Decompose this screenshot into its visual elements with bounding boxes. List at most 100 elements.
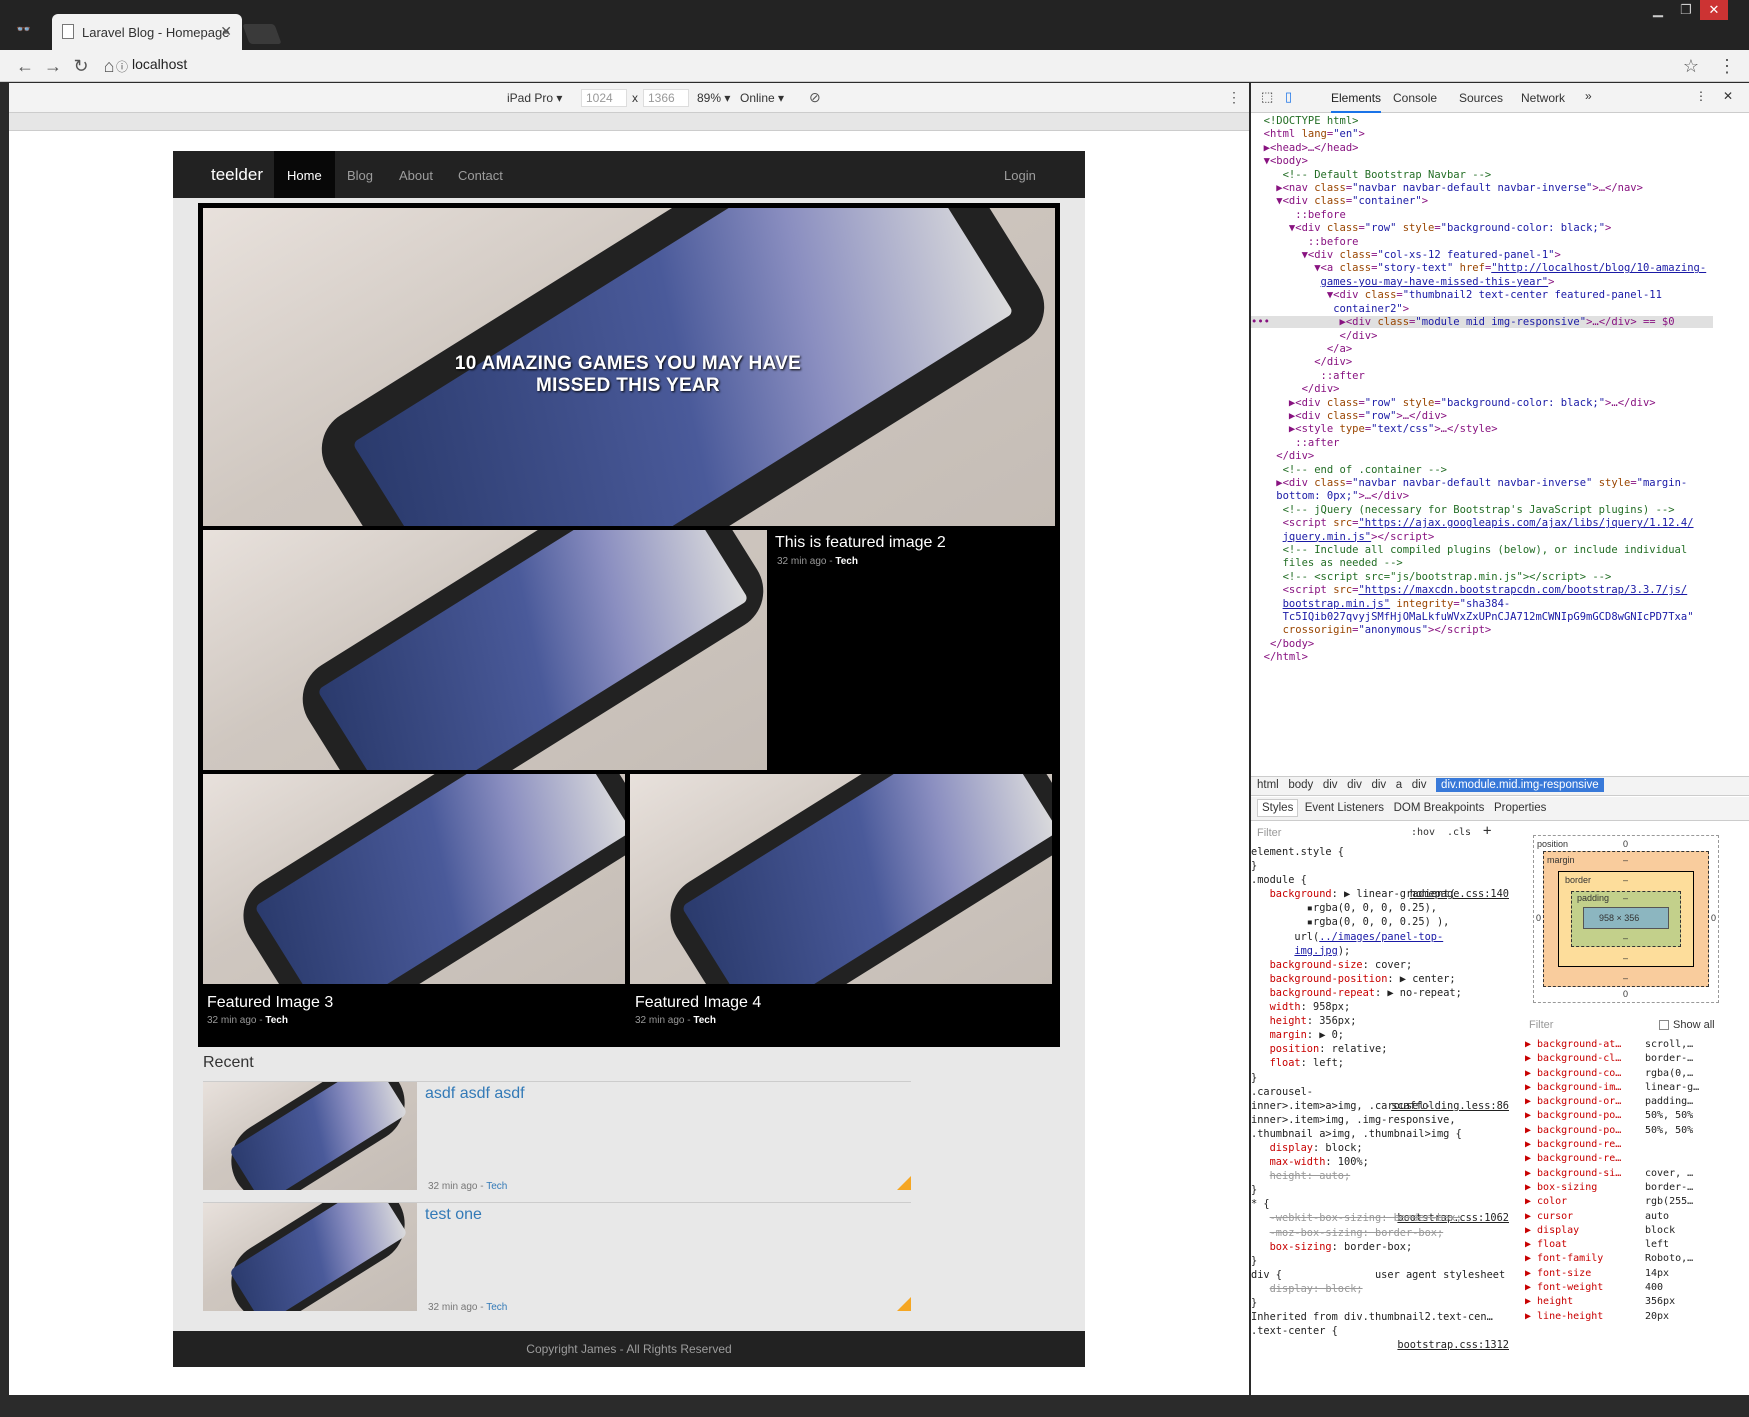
computed-row[interactable]: ▶ box-sizing border-… <box>1525 1181 1749 1195</box>
network-select[interactable]: Online ▾ <box>740 91 784 105</box>
styles-filter-input[interactable]: Filter <box>1257 827 1281 839</box>
nav-login[interactable]: Login <box>1004 168 1036 183</box>
cls-toggle[interactable]: .cls <box>1447 827 1471 838</box>
post-title[interactable]: asdf asdf asdf <box>425 1085 525 1103</box>
maximize-icon[interactable]: ❐ <box>1672 0 1700 20</box>
nav-contact[interactable]: Contact <box>458 168 503 183</box>
crumb[interactable]: a <box>1396 779 1402 791</box>
url-field[interactable]: localhost <box>132 56 187 72</box>
computed-row[interactable]: ▶ display block <box>1525 1224 1749 1238</box>
crumb[interactable]: div <box>1323 779 1338 791</box>
computed-row[interactable]: ▶ color rgb(255… <box>1525 1195 1749 1209</box>
add-rule-icon[interactable]: + <box>1483 823 1491 839</box>
post-title[interactable]: test one <box>425 1206 482 1224</box>
computed-row[interactable]: ▶ background-re… <box>1525 1138 1749 1152</box>
computed-row[interactable]: ▶ background-re… <box>1525 1152 1749 1166</box>
computed-row[interactable]: ▶ cursor auto <box>1525 1210 1749 1224</box>
reload-icon[interactable]: ↻ <box>70 56 92 77</box>
computed-prop-value: 50%, 50% <box>1645 1110 1694 1122</box>
crumb-selected[interactable]: div.module.mid.img-responsive <box>1436 778 1604 792</box>
crumb[interactable]: html <box>1257 779 1279 791</box>
computed-row[interactable]: ▶ line-height 20px <box>1525 1310 1749 1324</box>
computed-prop-name: ▶ font-family <box>1525 1253 1604 1265</box>
device-mode-icon[interactable]: ▯ <box>1285 89 1292 105</box>
new-tab-button[interactable] <box>242 24 282 44</box>
phone-image <box>216 1082 417 1190</box>
computed-prop-name: ▶ background-at… <box>1525 1039 1622 1050</box>
computed-prop-value: cover, … <box>1645 1167 1694 1179</box>
computed-row[interactable]: ▶ background-po… 50%, 50% <box>1525 1109 1749 1123</box>
computed-prop-name: ▶ color <box>1525 1196 1568 1208</box>
device-select[interactable]: iPad Pro ▾ <box>507 91 562 105</box>
device-width-input[interactable]: 1024 <box>581 89 627 107</box>
computed-prop-value: rgb(255… <box>1645 1196 1694 1208</box>
bookmark-star-icon[interactable]: ☆ <box>1680 56 1702 77</box>
menu-icon[interactable]: ⋮ <box>1716 56 1738 77</box>
nav-blog[interactable]: Blog <box>347 168 373 183</box>
crumb[interactable]: div <box>1412 779 1427 791</box>
rotate-icon[interactable]: ⊘ <box>809 89 821 106</box>
nav-home[interactable]: Home <box>274 151 335 198</box>
featured-panel-2-image[interactable] <box>203 530 767 770</box>
computed-prop-value: auto <box>1645 1210 1670 1222</box>
zoom-select[interactable]: 89% ▾ <box>697 91 730 105</box>
inspect-icon[interactable]: ⬚ <box>1261 89 1273 105</box>
featured-panel-1[interactable]: 10 AMAZING GAMES YOU MAY HAVE MISSED THI… <box>203 208 1055 526</box>
computed-row[interactable]: ▶ background-im… linear-g… <box>1525 1081 1749 1095</box>
back-icon[interactable]: ← <box>14 56 36 77</box>
featured-4-title[interactable]: Featured Image 4 <box>635 994 761 1012</box>
devtools-close-icon[interactable]: ✕ <box>1723 89 1733 103</box>
featured-1-title: 10 AMAZING GAMES YOU MAY HAVE MISSED THI… <box>454 353 802 396</box>
tab-styles[interactable]: Styles <box>1257 799 1299 817</box>
computed-prop-name: ▶ line-height <box>1525 1310 1604 1322</box>
hov-toggle[interactable]: :hov <box>1411 827 1435 838</box>
forward-icon[interactable]: → <box>42 56 64 77</box>
browser-tab[interactable]: Laravel Blog - Homepage ✕ <box>52 14 242 50</box>
computed-row[interactable]: ▶ height 356px <box>1525 1295 1749 1309</box>
computed-row[interactable]: ▶ font-family Roboto,… <box>1525 1252 1749 1266</box>
more-tabs-icon[interactable]: » <box>1585 89 1592 103</box>
computed-row[interactable]: ▶ background-si… cover, … <box>1525 1167 1749 1181</box>
tab-dom-breakpoints[interactable]: DOM Breakpoints <box>1394 802 1485 814</box>
computed-row[interactable]: ▶ background-cl… border-… <box>1525 1052 1749 1066</box>
tab-console[interactable]: Console <box>1393 91 1437 105</box>
featured-3-title[interactable]: Featured Image 3 <box>207 994 333 1012</box>
tab-properties[interactable]: Properties <box>1494 802 1546 814</box>
site-brand[interactable]: teelder <box>211 165 263 185</box>
info-icon[interactable]: ⓘ <box>116 58 128 75</box>
devtools-menu-icon[interactable]: ⋮ <box>1695 89 1707 103</box>
styles-pane[interactable]: element.style { } .module { homepage.css… <box>1251 845 1509 1417</box>
computed-row[interactable]: ▶ background-or… padding… <box>1525 1095 1749 1109</box>
tab-sources[interactable]: Sources <box>1459 91 1503 105</box>
dom-tree[interactable]: <!DOCTYPE html> <html lang="en"> ▶<head>… <box>1251 115 1749 805</box>
incognito-icon: 👓 <box>16 22 31 36</box>
close-tab-icon[interactable]: ✕ <box>220 23 232 40</box>
featured-2-title[interactable]: This is featured image 2 <box>775 534 946 552</box>
tab-network[interactable]: Network <box>1521 91 1565 105</box>
computed-properties[interactable]: ▶ background-at… scroll,… ▶ background-cl…… <box>1525 1038 1749 1415</box>
crumb[interactable]: div <box>1347 779 1362 791</box>
computed-row[interactable]: ▶ background-co… rgba(0,… <box>1525 1067 1749 1081</box>
computed-row[interactable]: ▶ background-at… scroll,… <box>1525 1038 1749 1052</box>
computed-filter-input[interactable]: Filter <box>1529 1019 1553 1031</box>
crumb[interactable]: div <box>1371 779 1386 791</box>
tab-event-listeners[interactable]: Event Listeners <box>1305 802 1384 814</box>
post-thumbnail[interactable] <box>203 1082 417 1190</box>
computed-prop-name: ▶ background-or… <box>1525 1096 1622 1108</box>
device-more-icon[interactable]: ⋮ <box>1227 89 1241 106</box>
device-height-input[interactable]: 1366 <box>643 89 689 107</box>
phone-image <box>655 774 1052 984</box>
featured-panel-3-image[interactable] <box>203 774 625 984</box>
show-all-checkbox[interactable] <box>1659 1020 1669 1030</box>
computed-row[interactable]: ▶ background-po… 50%, 50% <box>1525 1124 1749 1138</box>
crumb[interactable]: body <box>1288 779 1313 791</box>
post-thumbnail[interactable] <box>203 1203 417 1311</box>
nav-about[interactable]: About <box>399 168 433 183</box>
minimize-icon[interactable]: ▁ <box>1644 0 1672 20</box>
featured-panel-4-image[interactable] <box>630 774 1052 984</box>
computed-row[interactable]: ▶ font-size 14px <box>1525 1267 1749 1281</box>
close-window-icon[interactable]: ✕ <box>1700 0 1728 20</box>
computed-row[interactable]: ▶ float left <box>1525 1238 1749 1252</box>
computed-row[interactable]: ▶ font-weight 400 <box>1525 1281 1749 1295</box>
tab-elements[interactable]: Elements <box>1331 91 1382 113</box>
